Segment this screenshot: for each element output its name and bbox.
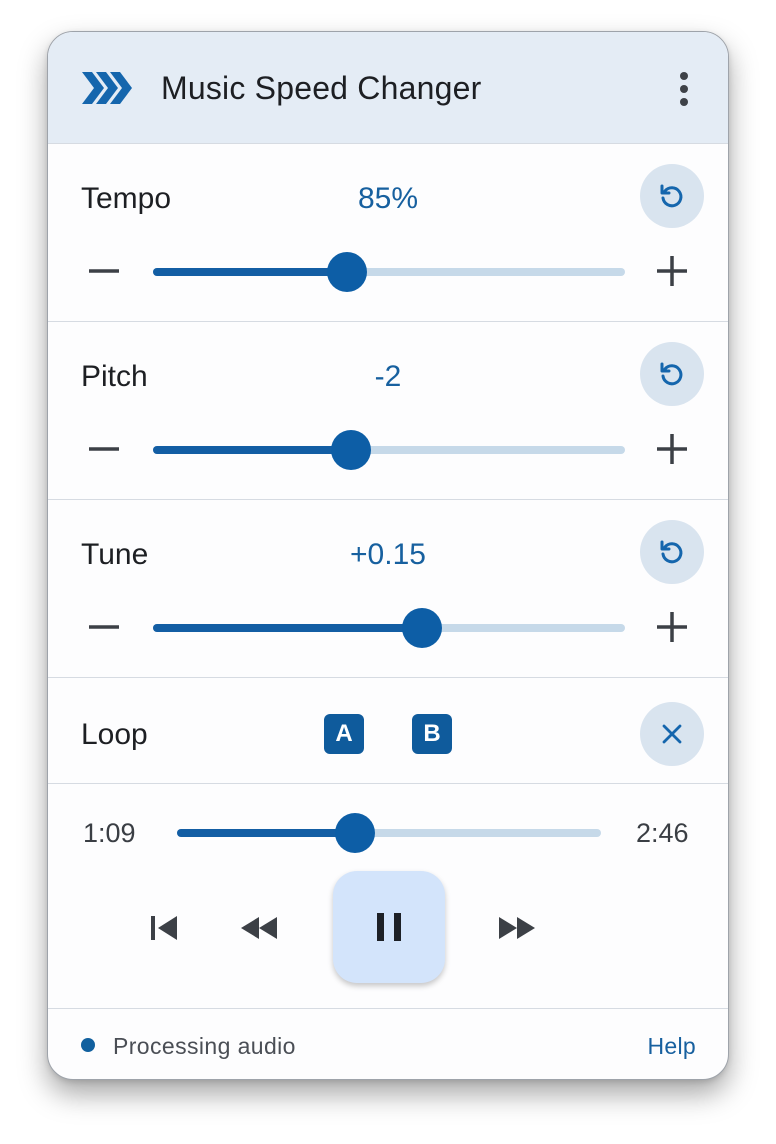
plus-icon bbox=[657, 256, 687, 286]
tempo-section: Tempo 85% bbox=[48, 144, 728, 322]
tempo-reset-button[interactable] bbox=[640, 164, 704, 228]
tempo-slider[interactable] bbox=[153, 252, 625, 292]
tempo-slider-fill bbox=[153, 268, 347, 276]
app-title: Music Speed Changer bbox=[161, 70, 482, 106]
total-time: 2:46 bbox=[636, 818, 689, 848]
status-indicator-dot bbox=[81, 1038, 95, 1052]
skip-previous-icon bbox=[151, 916, 177, 940]
header: Music Speed Changer bbox=[48, 32, 728, 144]
pitch-slider-fill bbox=[153, 446, 352, 454]
tune-slider[interactable] bbox=[153, 608, 625, 648]
help-link[interactable]: Help bbox=[647, 1033, 696, 1060]
seek-bar-fill bbox=[177, 829, 356, 837]
reset-icon bbox=[660, 184, 683, 208]
seek-bar-thumb[interactable] bbox=[335, 813, 376, 853]
seek-bar[interactable] bbox=[177, 813, 601, 853]
current-time: 1:09 bbox=[83, 818, 136, 848]
tempo-increase-button[interactable] bbox=[652, 251, 692, 291]
loop-point-b-button[interactable]: B bbox=[412, 714, 452, 754]
tune-increase-button[interactable] bbox=[652, 607, 692, 647]
loop-label: Loop bbox=[81, 718, 148, 751]
minus-icon bbox=[89, 269, 119, 273]
loop-clear-button[interactable] bbox=[640, 702, 704, 766]
minus-icon bbox=[89, 447, 119, 451]
plus-icon bbox=[657, 612, 687, 642]
more-vert-dot bbox=[680, 85, 688, 93]
rewind-button[interactable] bbox=[235, 904, 283, 952]
pause-button[interactable] bbox=[333, 871, 445, 983]
tempo-decrease-button[interactable] bbox=[84, 251, 124, 291]
pitch-reset-button[interactable] bbox=[640, 342, 704, 406]
pitch-section: Pitch -2 bbox=[48, 322, 728, 500]
tune-decrease-button[interactable] bbox=[84, 607, 124, 647]
pause-icon bbox=[377, 913, 401, 941]
pitch-label: Pitch bbox=[81, 360, 148, 393]
pitch-value: -2 bbox=[374, 360, 402, 393]
minus-icon bbox=[89, 625, 119, 629]
pitch-decrease-button[interactable] bbox=[84, 429, 124, 469]
reset-icon bbox=[660, 540, 683, 564]
tune-value: +0.15 bbox=[350, 538, 426, 571]
skip-previous-button[interactable] bbox=[140, 904, 188, 952]
close-icon bbox=[662, 724, 682, 744]
speed-changer-panel: Music Speed Changer Tempo 85% Pitch -2 T… bbox=[47, 31, 729, 1080]
tempo-label: Tempo bbox=[81, 182, 172, 215]
more-options-button[interactable] bbox=[664, 64, 704, 112]
fast-forward-button[interactable] bbox=[493, 904, 541, 952]
more-vert-dot bbox=[680, 98, 688, 106]
pitch-slider-thumb[interactable] bbox=[331, 430, 372, 470]
status-text: Processing audio bbox=[113, 1033, 296, 1059]
tune-slider-thumb[interactable] bbox=[402, 608, 443, 648]
loop-point-a-button[interactable]: A bbox=[324, 714, 364, 754]
fast-forward-chevrons-icon bbox=[80, 68, 136, 108]
tune-section: Tune +0.15 bbox=[48, 500, 728, 678]
tempo-slider-thumb[interactable] bbox=[326, 252, 367, 292]
loop-section: Loop A B bbox=[48, 678, 728, 784]
plus-icon bbox=[657, 434, 687, 464]
tune-reset-button[interactable] bbox=[640, 520, 704, 584]
tune-label: Tune bbox=[81, 538, 149, 571]
reset-icon bbox=[660, 362, 683, 386]
pitch-increase-button[interactable] bbox=[652, 429, 692, 469]
pitch-slider[interactable] bbox=[153, 430, 625, 470]
more-vert-icon bbox=[680, 72, 688, 80]
tune-slider-fill bbox=[153, 624, 423, 632]
fast-forward-icon bbox=[499, 917, 535, 939]
tempo-value: 85% bbox=[357, 182, 419, 215]
rewind-icon bbox=[241, 917, 277, 939]
status-bar: Processing audio Help bbox=[48, 1008, 728, 1079]
